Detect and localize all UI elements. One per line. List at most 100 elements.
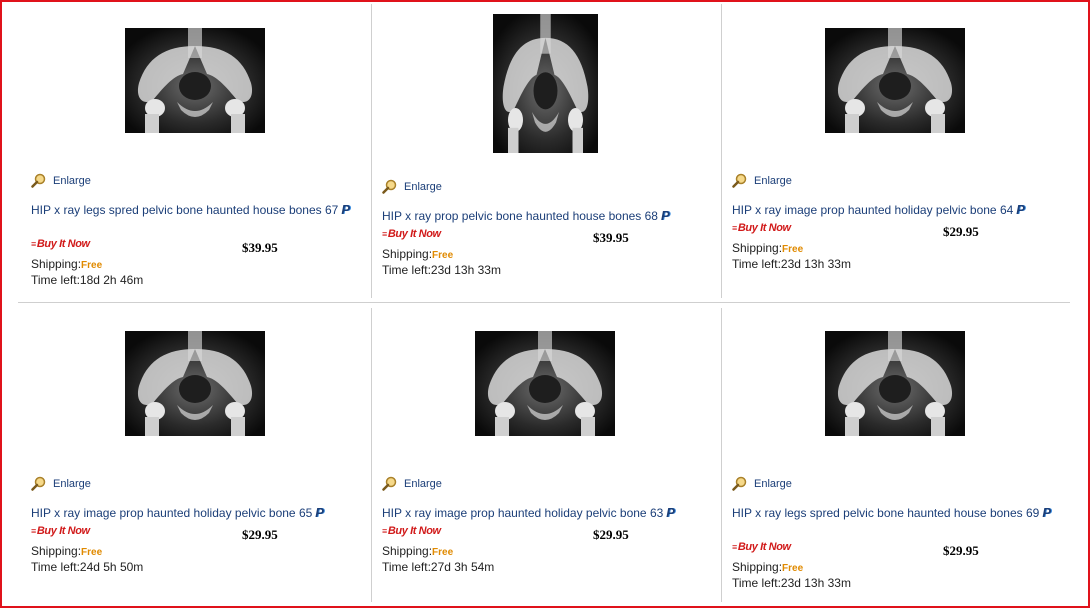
time-left: Time left:18d 2h 46m: [31, 272, 143, 288]
buy-row: ≡Buy It Now $29.95: [732, 222, 1032, 239]
listing-price: $39.95: [242, 240, 278, 255]
time-left: Time left:27d 3h 54m: [382, 559, 494, 575]
enlarge-link[interactable]: Enlarge: [732, 173, 792, 188]
shipping-value: Free: [782, 244, 804, 255]
column-divider: [371, 4, 372, 298]
time-left-label: Time left:: [31, 560, 80, 574]
paypal-icon: P: [660, 208, 670, 223]
buy-it-now-icon: ≡: [382, 229, 387, 239]
listing-title-link[interactable]: HIP x ray image prop haunted holiday pel…: [382, 505, 707, 521]
buy-it-now-button[interactable]: ≡Buy It Now: [382, 228, 441, 240]
enlarge-label: Enlarge: [404, 180, 442, 193]
enlarge-label: Enlarge: [53, 477, 91, 490]
magnifier-icon: [732, 173, 747, 188]
enlarge-label: Enlarge: [754, 174, 792, 187]
time-left-value: 23d 13h 33m: [780, 576, 851, 590]
shipping-value: Free: [432, 250, 454, 261]
enlarge-link[interactable]: Enlarge: [732, 476, 792, 491]
shipping-value: Free: [782, 563, 804, 574]
buy-it-now-button[interactable]: ≡Buy It Now: [732, 222, 791, 234]
time-left-value: 23d 13h 33m: [430, 263, 501, 277]
time-left-label: Time left:: [382, 263, 431, 277]
time-left-value: 24d 5h 50m: [79, 560, 144, 574]
listing-price: $39.95: [593, 230, 629, 245]
enlarge-link[interactable]: Enlarge: [382, 179, 442, 194]
buy-it-now-label: Buy It Now: [36, 238, 90, 250]
buy-row: ≡Buy It Now $39.95: [382, 228, 682, 245]
buy-it-now-button[interactable]: ≡Buy It Now: [732, 541, 791, 553]
listing-thumbnail[interactable]: [825, 28, 965, 133]
listing-price: $29.95: [943, 543, 979, 558]
buy-it-now-button[interactable]: ≡Buy It Now: [31, 238, 90, 250]
listing-title-link[interactable]: HIP x ray legs spred pelvic bone haunted…: [732, 505, 1057, 521]
listing-title-link[interactable]: HIP x ray image prop haunted holiday pel…: [31, 505, 356, 521]
time-left-value: 18d 2h 46m: [79, 273, 144, 287]
shipping-value: Free: [81, 547, 103, 558]
buy-it-now-button[interactable]: ≡Buy It Now: [382, 525, 441, 537]
buy-row: ≡Buy It Now $39.95: [31, 238, 331, 255]
buy-row: ≡Buy It Now $29.95: [732, 541, 1032, 558]
paypal-icon: P: [1042, 505, 1051, 520]
buy-it-now-label: Buy It Now: [387, 525, 441, 537]
buy-it-now-label: Buy It Now: [36, 525, 90, 537]
buy-it-now-icon: ≡: [732, 542, 737, 552]
column-divider: [721, 4, 722, 298]
buy-it-now-label: Buy It Now: [737, 222, 791, 234]
magnifier-icon: [382, 476, 397, 491]
enlarge-label: Enlarge: [53, 174, 91, 187]
listing-title-link[interactable]: HIP x ray prop pelvic bone haunted house…: [382, 208, 707, 224]
time-left-label: Time left:: [382, 560, 431, 574]
shipping-label: Shipping:: [382, 544, 433, 558]
listing-thumbnail[interactable]: [825, 331, 965, 436]
time-left-label: Time left:: [732, 576, 781, 590]
column-divider: [371, 308, 372, 602]
listing-title-link[interactable]: HIP x ray image prop haunted holiday pel…: [732, 202, 1057, 218]
paypal-icon: P: [666, 505, 675, 520]
magnifier-icon: [382, 179, 397, 194]
paypal-icon: P: [1016, 202, 1025, 217]
magnifier-icon: [732, 476, 747, 491]
listing-price: $29.95: [593, 527, 629, 542]
enlarge-link[interactable]: Enlarge: [382, 476, 442, 491]
shipping-label: Shipping:: [31, 257, 82, 271]
listing-price: $29.95: [242, 527, 278, 542]
paypal-icon: P: [341, 202, 350, 217]
time-left: Time left:23d 13h 33m: [732, 575, 851, 591]
enlarge-label: Enlarge: [404, 477, 442, 490]
buy-it-now-label: Buy It Now: [737, 541, 791, 553]
column-divider: [721, 308, 722, 602]
listing-title-link[interactable]: HIP x ray legs spred pelvic bone haunted…: [31, 202, 356, 218]
shipping-value: Free: [81, 260, 103, 271]
listing-thumbnail[interactable]: [493, 14, 598, 153]
shipping-label: Shipping:: [31, 544, 82, 558]
time-left-value: 23d 13h 33m: [780, 257, 851, 271]
enlarge-link[interactable]: Enlarge: [31, 173, 91, 188]
buy-it-now-button[interactable]: ≡Buy It Now: [31, 525, 90, 537]
shipping-label: Shipping:: [732, 560, 783, 574]
listing-thumbnail[interactable]: [125, 28, 265, 133]
buy-it-now-icon: ≡: [31, 239, 36, 249]
time-left: Time left:24d 5h 50m: [31, 559, 143, 575]
buy-it-now-icon: ≡: [382, 526, 387, 536]
enlarge-link[interactable]: Enlarge: [31, 476, 91, 491]
magnifier-icon: [31, 173, 46, 188]
listing-price: $29.95: [943, 224, 979, 239]
paypal-icon: P: [315, 505, 324, 520]
time-left-value: 27d 3h 54m: [430, 560, 495, 574]
listing-title: HIP x ray image prop haunted holiday pel…: [732, 203, 1014, 217]
magnifier-icon: [31, 476, 46, 491]
enlarge-label: Enlarge: [754, 477, 792, 490]
time-left: Time left:23d 13h 33m: [382, 262, 501, 278]
listing-title: HIP x ray legs spred pelvic bone haunted…: [31, 203, 339, 217]
listing-title: HIP x ray legs spred pelvic bone haunted…: [732, 506, 1040, 520]
listing-title: HIP x ray prop pelvic bone haunted house…: [382, 209, 658, 223]
shipping-label: Shipping:: [732, 241, 783, 255]
listing-title: HIP x ray image prop haunted holiday pel…: [382, 506, 664, 520]
buy-it-now-label: Buy It Now: [387, 228, 441, 240]
time-left-label: Time left:: [732, 257, 781, 271]
listing-thumbnail[interactable]: [475, 331, 615, 436]
buy-it-now-icon: ≡: [31, 526, 36, 536]
listing-title: HIP x ray image prop haunted holiday pel…: [31, 506, 313, 520]
time-left: Time left:23d 13h 33m: [732, 256, 851, 272]
listing-thumbnail[interactable]: [125, 331, 265, 436]
